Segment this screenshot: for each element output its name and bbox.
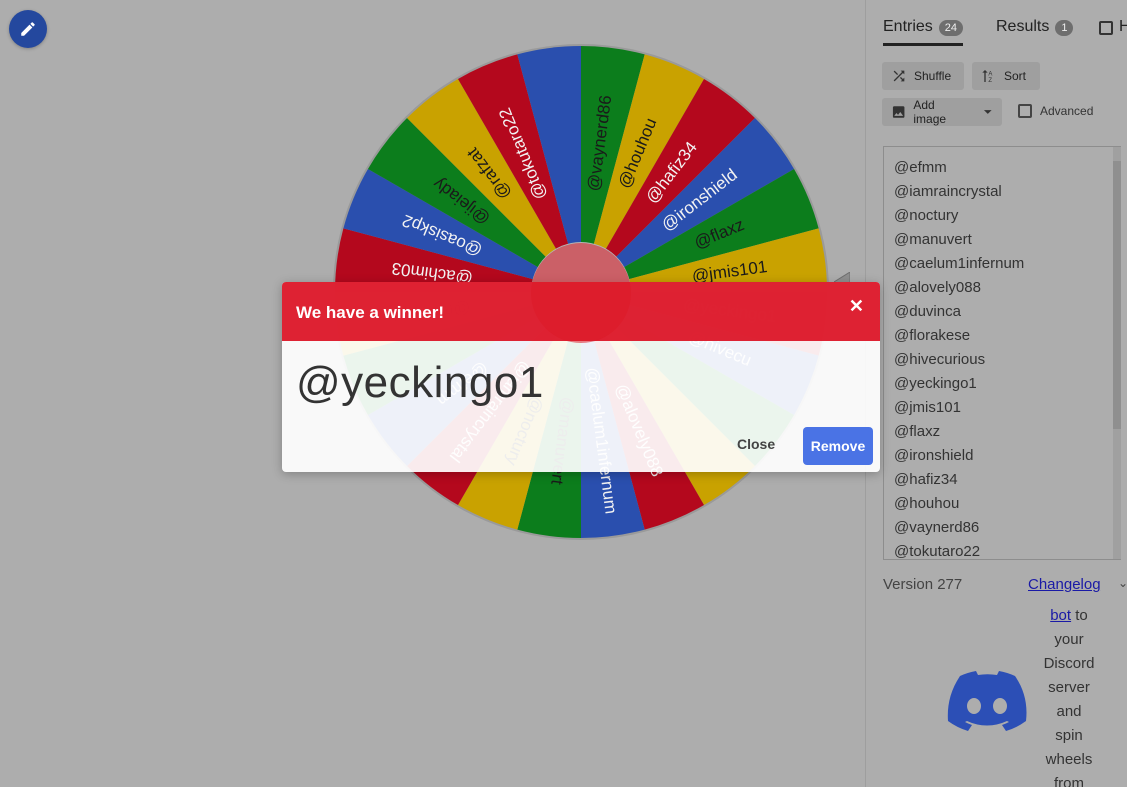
chevron-down-icon[interactable]: ⌄ bbox=[1118, 576, 1127, 590]
tab-results[interactable]: Results 1 bbox=[996, 18, 1074, 46]
advanced-checkbox[interactable]: Advanced bbox=[1018, 104, 1093, 118]
entry-item: @florakese bbox=[894, 327, 971, 344]
discord-text-line: from bbox=[1054, 775, 1084, 787]
sort-label: Sort bbox=[1004, 69, 1027, 83]
image-icon bbox=[892, 106, 905, 118]
entry-item: @ironshield bbox=[894, 447, 974, 464]
entry-item: @alovely088 bbox=[894, 279, 981, 296]
pencil-icon bbox=[21, 22, 35, 36]
svg-text:Z: Z bbox=[988, 78, 992, 84]
entries-textarea[interactable]: @efmm @iamraincrystal @noctury @manuvert @ca… bbox=[883, 146, 1121, 560]
changelog-link[interactable]: Changelog bbox=[1028, 576, 1101, 593]
discord-text-line: server bbox=[1048, 679, 1090, 696]
shuffle-button[interactable]: Shuffle bbox=[882, 62, 964, 90]
entry-item: @duvinca bbox=[894, 303, 961, 320]
entries-scrollbar[interactable] bbox=[1113, 147, 1121, 559]
discord-icon bbox=[947, 671, 1027, 731]
side-panel: Entries 24 Results 1 H Shuffle A Z Sort … bbox=[865, 0, 1127, 787]
entry-item: @iamraincrystal bbox=[894, 183, 1002, 200]
advanced-label: Advanced bbox=[1040, 104, 1094, 118]
edit-button[interactable] bbox=[9, 10, 47, 48]
tab-entries-label: Entries bbox=[883, 18, 933, 35]
scrollbar-thumb[interactable] bbox=[1113, 161, 1121, 429]
tab-bar: Entries 24 Results 1 H bbox=[866, 0, 1127, 46]
discord-promo-text: bot to your Discord server and spin whee… bbox=[1039, 604, 1099, 787]
entry-item: @efmm bbox=[894, 159, 947, 176]
checkbox-icon bbox=[1099, 21, 1113, 35]
dialog-title: We have a winner! bbox=[296, 303, 445, 322]
add-image-button[interactable]: Add image bbox=[882, 98, 1002, 126]
hide-label: H bbox=[1119, 18, 1127, 36]
discord-text-line: spin bbox=[1055, 727, 1083, 744]
svg-text:A: A bbox=[988, 71, 992, 77]
entry-item: @tokutaro22 bbox=[894, 543, 981, 560]
entry-item: @hafiz34 bbox=[894, 471, 958, 488]
entry-item: @yeckingo1 bbox=[894, 375, 977, 392]
discord-bot-link[interactable]: bot bbox=[1050, 607, 1071, 624]
winner-name: @yeckingo1 bbox=[296, 358, 544, 407]
remove-button[interactable]: Remove bbox=[803, 427, 873, 465]
shuffle-icon bbox=[893, 70, 905, 82]
hide-checkbox[interactable]: H bbox=[1099, 18, 1127, 46]
entry-item: @houhou bbox=[894, 495, 960, 512]
entry-item: @hivecurious bbox=[894, 351, 986, 368]
entry-item: @vaynerd86 bbox=[894, 519, 980, 536]
sort-icon: A Z bbox=[982, 70, 992, 84]
entry-item: @caelum1infernum bbox=[894, 255, 1025, 272]
results-count-badge: 1 bbox=[1055, 20, 1074, 36]
tab-entries[interactable]: Entries 24 bbox=[883, 18, 964, 46]
discord-text-line: to bbox=[1075, 607, 1088, 624]
close-button[interactable]: Close bbox=[737, 436, 775, 452]
entry-item: @manuvert bbox=[894, 231, 972, 248]
sort-button[interactable]: A Z Sort bbox=[972, 62, 1040, 90]
discord-text-line: and bbox=[1056, 703, 1082, 720]
discord-text-line: your bbox=[1054, 631, 1084, 648]
discord-text-line: wheels bbox=[1045, 751, 1093, 768]
version-text: Version 277 bbox=[883, 576, 963, 593]
entry-item: @jmis101 bbox=[894, 399, 961, 416]
shuffle-label: Shuffle bbox=[914, 69, 952, 83]
entries-list: @efmm @iamraincrystal @noctury @manuvert @ca… bbox=[884, 147, 1121, 560]
entries-count-badge: 24 bbox=[938, 20, 964, 36]
close-icon[interactable]: ✕ bbox=[849, 296, 864, 317]
entry-item: @noctury bbox=[894, 207, 959, 224]
discord-text-line: Discord bbox=[1043, 655, 1095, 672]
add-image-label: Add image bbox=[913, 98, 947, 126]
tab-results-label: Results bbox=[996, 18, 1050, 35]
entry-item: @flaxz bbox=[894, 423, 941, 440]
caret-down-icon bbox=[984, 110, 993, 114]
wheel-center bbox=[531, 243, 631, 343]
checkbox-icon bbox=[1018, 104, 1032, 118]
